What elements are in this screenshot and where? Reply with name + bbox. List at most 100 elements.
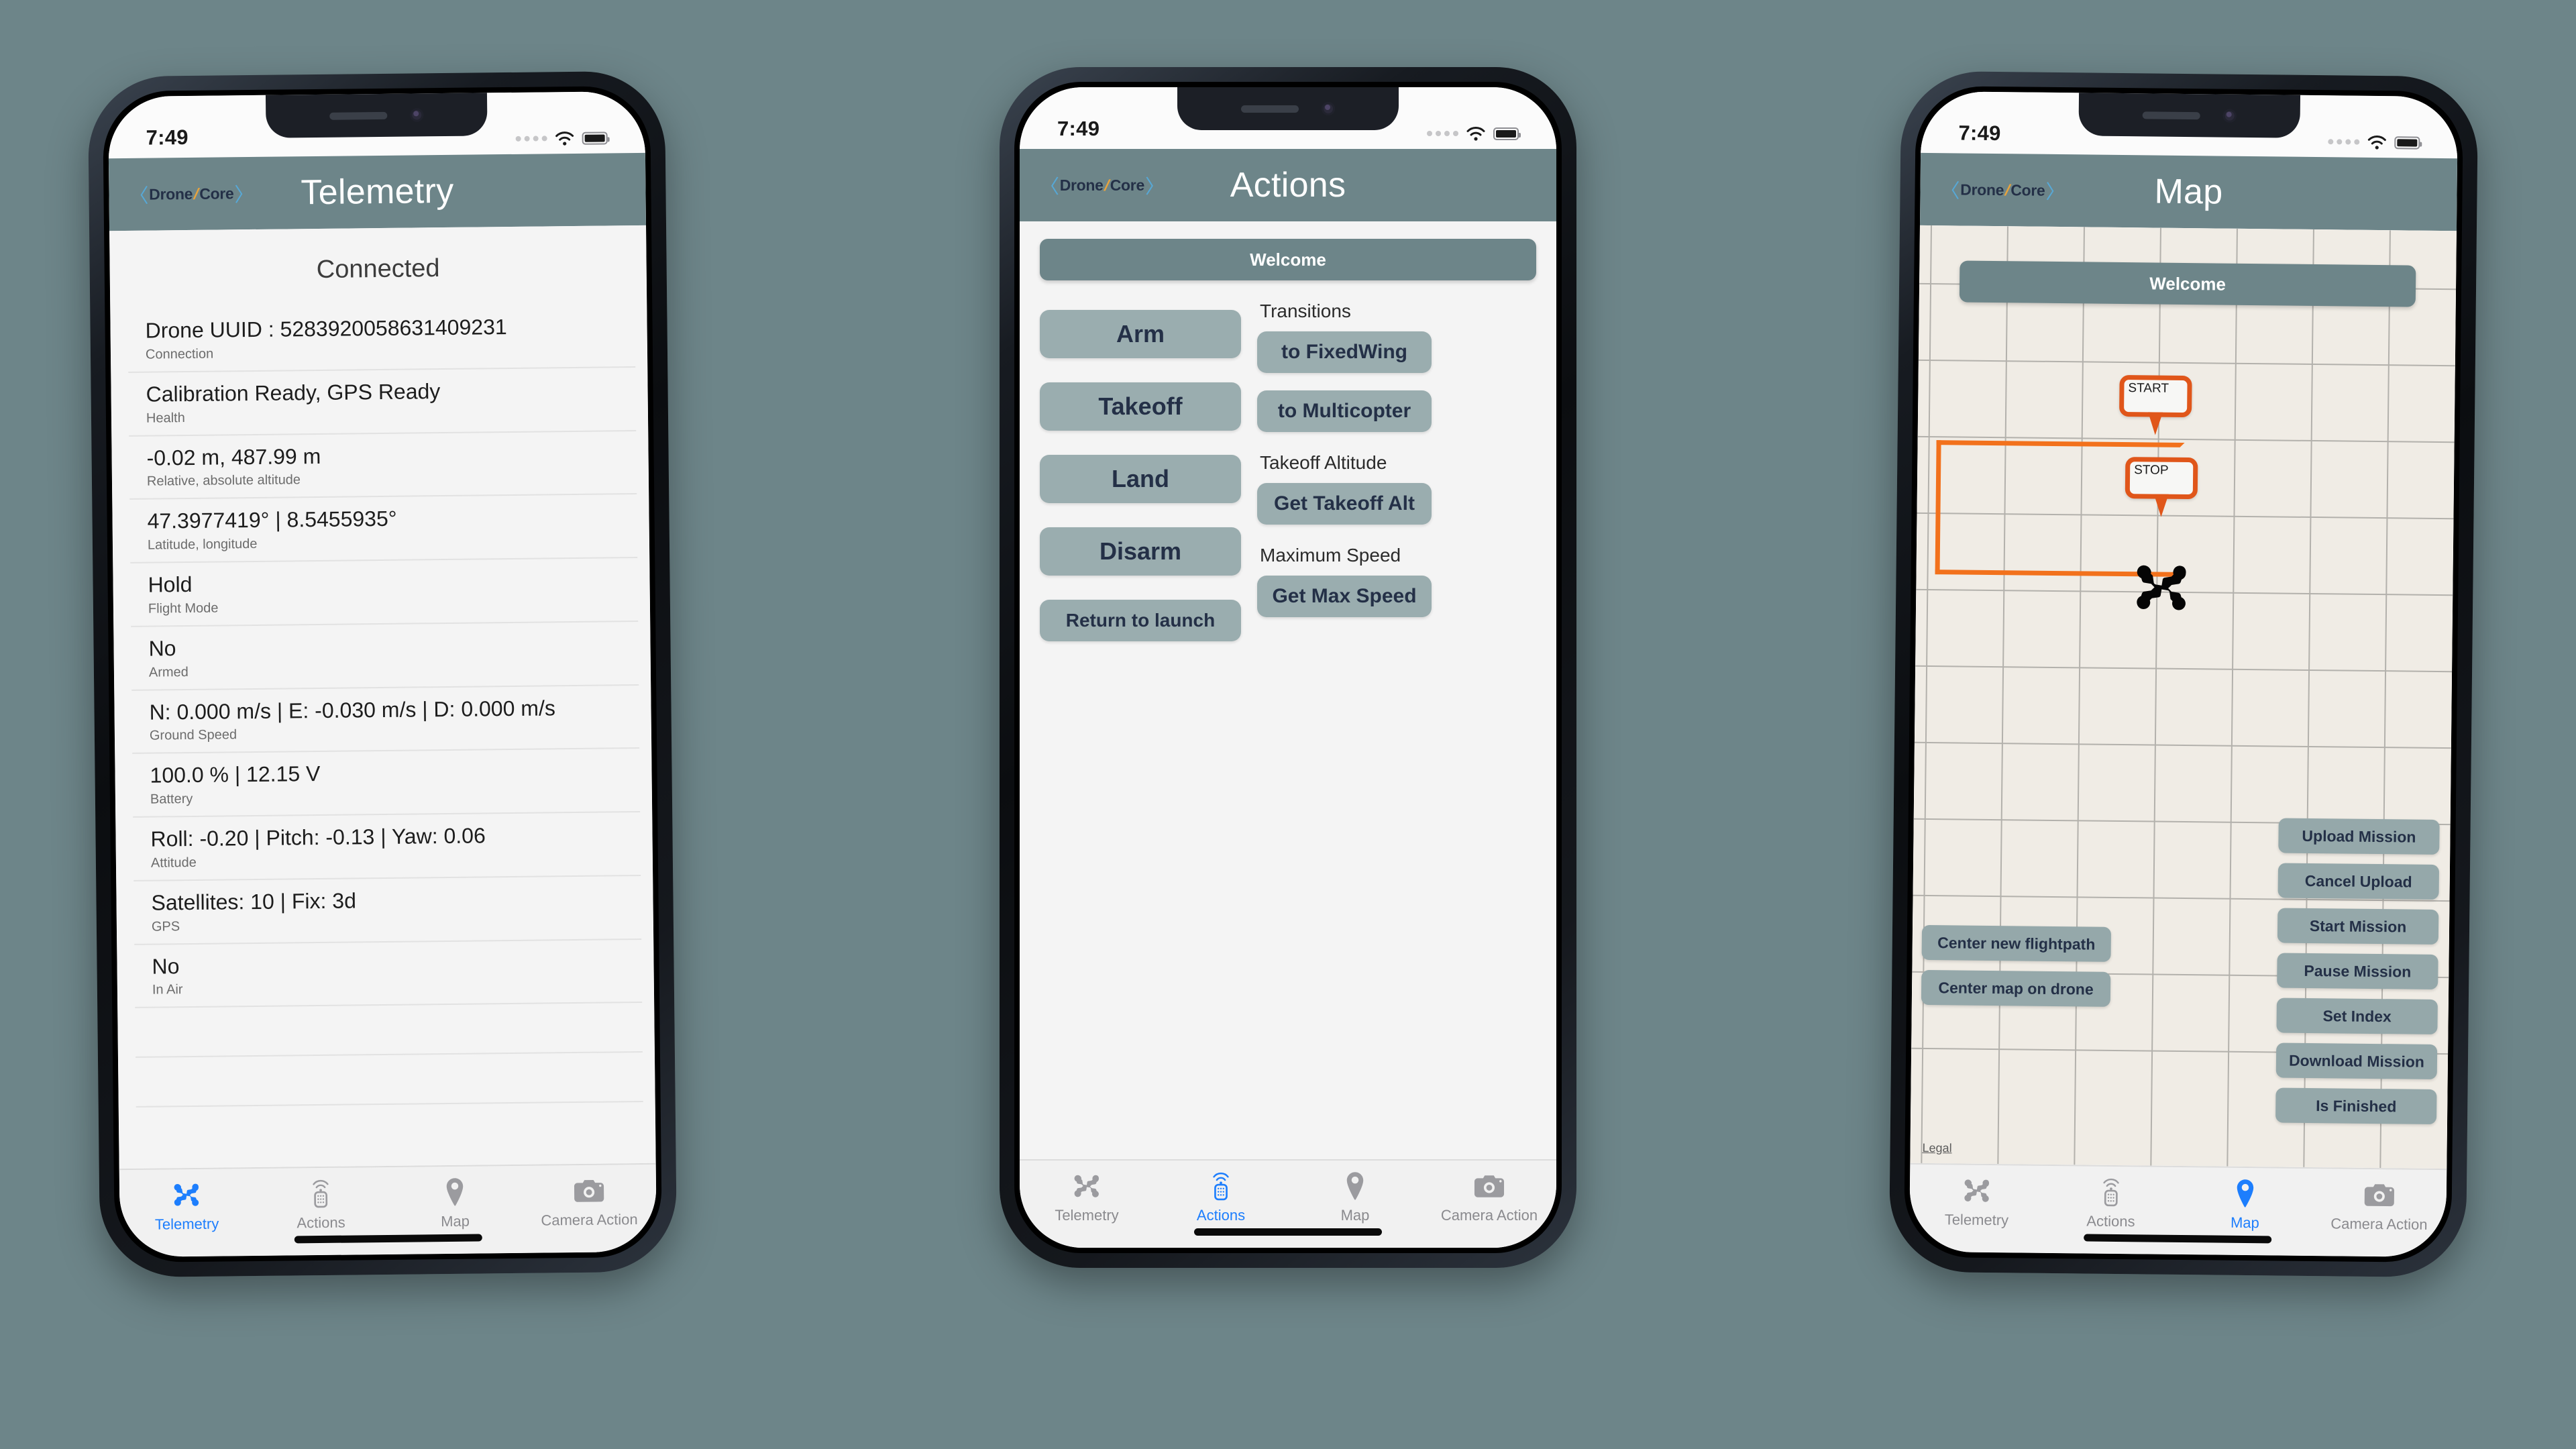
phone-bezel: 7:49 〈 Drone / Core 〉	[1014, 82, 1562, 1253]
navigation-bar: 〈 Drone / Core 〉 Actions	[1020, 149, 1556, 221]
pause-mission-button[interactable]: Pause Mission	[2277, 953, 2438, 989]
notch	[265, 91, 488, 138]
center-new-flightpath-button[interactable]: Center new flightpath	[1921, 924, 2112, 962]
row-label: GPS	[151, 918, 180, 934]
tab-map[interactable]: Map	[2178, 1177, 2312, 1232]
cancel-upload-button[interactable]: Cancel Upload	[2277, 863, 2440, 900]
land-button[interactable]: Land	[1040, 455, 1241, 503]
marker-label: STOP	[2134, 463, 2169, 478]
transitions-label: Transitions	[1260, 301, 1351, 321]
tab-label: Camera Action	[2330, 1215, 2428, 1233]
download-mission-button[interactable]: Download Mission	[2275, 1042, 2438, 1079]
takeoff-button[interactable]: Takeoff	[1040, 382, 1241, 431]
start-mission-button[interactable]: Start Mission	[2277, 908, 2439, 945]
status-time: 7:49	[146, 125, 189, 150]
home-indicator[interactable]	[1194, 1228, 1382, 1236]
row-value: 47.3977419° | 8.5455935°	[147, 506, 397, 533]
dronecore-logo[interactable]: 〈 Drone / Core 〉	[129, 179, 254, 209]
row-label: Attitude	[150, 855, 197, 871]
status-indicators	[515, 130, 608, 146]
logo-open-bracket: 〈	[1940, 180, 1960, 203]
tab-camera-action[interactable]: Camera Action	[522, 1174, 657, 1230]
drone-icon	[171, 1179, 203, 1211]
tab-map[interactable]: Map	[1288, 1170, 1422, 1224]
logo-first: Drone	[1960, 180, 2004, 199]
phone-telemetry: 7:49 〈 Drone / Core 〉 Telemetry Connecte…	[87, 70, 678, 1278]
tab-actions[interactable]: Actions	[1154, 1170, 1288, 1224]
screen-actions: 7:49 〈 Drone / Core 〉 Actions Welcome Ar…	[1020, 87, 1556, 1248]
telemetry-content: Connected Drone UUID : 52839200586314092…	[109, 225, 656, 1169]
actions-content: Welcome Arm Takeoff Land Disarm Return t…	[1020, 221, 1556, 1159]
wifi-icon	[2367, 135, 2387, 150]
screen-map: 7:49 〈 Drone / Core 〉 Map START STOP Cen…	[1909, 91, 2459, 1258]
table-row: 100.0 % | 12.15 V Battery	[132, 749, 641, 818]
tab-actions[interactable]: Actions	[254, 1177, 388, 1232]
navigation-bar: 〈 Drone / Core 〉 Telemetry	[108, 152, 647, 231]
row-value: No	[152, 953, 180, 979]
remote-control-icon	[2098, 1176, 2125, 1208]
marker-start[interactable]: START	[2119, 374, 2192, 418]
disarm-button[interactable]: Disarm	[1040, 527, 1241, 576]
status-time: 7:49	[1057, 117, 1100, 140]
row-value: Roll: -0.20 | Pitch: -0.13 | Yaw: 0.06	[150, 823, 486, 851]
get-takeoff-alt-button[interactable]: Get Takeoff Alt	[1257, 483, 1432, 525]
get-max-speed-button[interactable]: Get Max Speed	[1257, 576, 1432, 617]
row-label: Battery	[150, 791, 193, 807]
row-label: Relative, absolute altitude	[146, 472, 301, 489]
tab-bar: Telemetry Actions Map Camera Action	[1909, 1163, 2447, 1258]
row-label: Latitude, longitude	[147, 536, 258, 553]
front-camera-icon	[2222, 109, 2237, 123]
is-finished-button[interactable]: Is Finished	[2275, 1087, 2437, 1124]
tab-map[interactable]: Map	[388, 1175, 523, 1231]
legal-link[interactable]: Legal	[1922, 1141, 1951, 1155]
row-label: Armed	[148, 664, 189, 680]
marker-stop[interactable]: STOP	[2125, 457, 2198, 500]
tab-camera-action[interactable]: Camera Action	[2312, 1178, 2447, 1234]
to-multicopter-button[interactable]: to Multicopter	[1257, 390, 1432, 432]
row-label: In Air	[152, 982, 183, 998]
tab-telemetry[interactable]: Telemetry	[1020, 1170, 1154, 1224]
tab-camera-action[interactable]: Camera Action	[1422, 1170, 1556, 1224]
signal-dots-icon	[515, 136, 547, 142]
tab-telemetry[interactable]: Telemetry	[1909, 1174, 2044, 1230]
row-label: Ground Speed	[149, 727, 237, 743]
return-to-launch-button[interactable]: Return to launch	[1040, 600, 1241, 641]
welcome-banner[interactable]: Welcome	[1040, 239, 1536, 280]
tab-actions[interactable]: Actions	[2043, 1175, 2178, 1231]
to-fixedwing-button[interactable]: to FixedWing	[1257, 331, 1432, 373]
screen-telemetry: 7:49 〈 Drone / Core 〉 Telemetry Connecte…	[107, 91, 657, 1258]
row-value: No	[148, 635, 176, 661]
upload-mission-button[interactable]: Upload Mission	[2278, 818, 2440, 855]
center-map-on-drone-button[interactable]: Center map on drone	[1921, 969, 2111, 1007]
phone-map: 7:49 〈 Drone / Core 〉 Map START STOP Cen…	[1888, 70, 2479, 1278]
arm-button[interactable]: Arm	[1040, 310, 1241, 358]
phone-bezel: 7:49 〈 Drone / Core 〉	[102, 85, 663, 1263]
welcome-banner[interactable]: Welcome	[1959, 260, 2416, 307]
navigation-bar: 〈 Drone / Core 〉 Map	[1919, 152, 2458, 231]
table-row: Satellites: 10 | Fix: 3d GPS	[133, 875, 642, 945]
notch	[2078, 91, 2301, 138]
front-camera-icon	[1322, 102, 1335, 115]
table-row: Drone UUID : 5283920058631409231 Connecti…	[127, 304, 636, 373]
row-value: -0.02 m, 487.99 m	[146, 443, 321, 470]
screenshot-stage: 7:49 〈 Drone / Core 〉 Telemetry Connecte…	[0, 0, 2576, 1449]
table-row: No In Air	[134, 939, 643, 1009]
set-index-button[interactable]: Set Index	[2276, 998, 2438, 1034]
battery-icon	[582, 131, 608, 145]
remote-control-icon	[308, 1177, 334, 1210]
map-pin-icon	[1344, 1170, 1366, 1202]
wifi-icon	[1466, 126, 1486, 141]
logo-first: Drone	[1059, 176, 1104, 194]
table-row: -0.02 m, 487.99 m Relative, absolute alti…	[129, 431, 637, 500]
dronecore-logo[interactable]: 〈 Drone / Core 〉	[1040, 171, 1165, 199]
logo-second: Core	[2010, 180, 2045, 199]
row-label: Health	[146, 410, 185, 426]
tab-label: Actions	[2086, 1212, 2135, 1230]
phone-bezel: 7:49 〈 Drone / Core 〉	[1903, 85, 2464, 1263]
signal-dots-icon	[2328, 139, 2360, 145]
dronecore-logo[interactable]: 〈 Drone / Core 〉	[1940, 175, 2065, 205]
row-label: Flight Mode	[148, 600, 219, 616]
map-canvas[interactable]: START STOP Center new flightpath Center …	[1910, 225, 2457, 1169]
tab-telemetry[interactable]: Telemetry	[119, 1178, 254, 1234]
status-bar: 7:49	[1020, 87, 1556, 149]
